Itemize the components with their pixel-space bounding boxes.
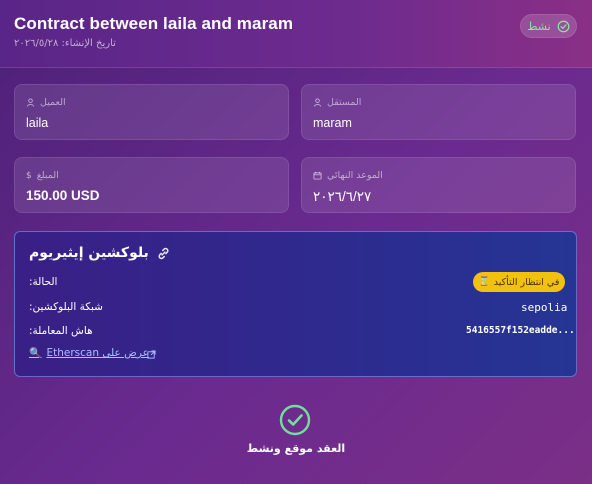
blockchain-title: بلوكشين إيثيريوم xyxy=(29,245,149,261)
calendar-icon xyxy=(313,171,322,180)
network-row-label: شبكة البلوكشين: xyxy=(29,301,103,313)
status-row-label: الحالة: xyxy=(29,276,58,288)
etherscan-label: عرض على Etherscan xyxy=(46,347,149,359)
link-icon xyxy=(158,247,169,259)
user-icon xyxy=(313,98,322,107)
contract-active-message: العقد موقع ونشط xyxy=(246,442,346,455)
contract-header: Contract between laila and maram تاريخ ا… xyxy=(0,0,592,68)
status-label: نشط xyxy=(527,19,551,33)
search-icon: 🔍 xyxy=(29,347,42,359)
freelancer-label-row: المستقل xyxy=(313,97,361,108)
deadline-label: الموعد النهائي xyxy=(327,170,383,181)
amount-card: $ المبلغ 150.00 USD xyxy=(14,157,289,213)
pending-badge: ⌛ في انتظار التأكيد xyxy=(473,272,565,292)
page-title: Contract between laila and maram xyxy=(14,14,294,33)
client-value: laila xyxy=(26,116,49,130)
client-card: العميل laila xyxy=(14,84,289,140)
amount-label: المبلغ xyxy=(36,170,59,181)
network-value: sepolia xyxy=(521,301,568,314)
deadline-label-row: الموعد النهائي xyxy=(313,170,383,181)
client-label-row: العميل xyxy=(26,97,66,108)
status-badge: نشط xyxy=(520,14,577,38)
freelancer-label: المستقل xyxy=(327,97,362,108)
check-circle-icon xyxy=(279,404,311,436)
pending-label: في انتظار التأكيد xyxy=(493,276,560,288)
blockchain-title-row: بلوكشين إيثيريوم xyxy=(29,245,171,261)
deadline-value: ٢٠٢٦/٦/٢٧ xyxy=(313,189,372,204)
created-date: تاريخ الإنشاء: ٢٠٢٦/٥/٢٨ xyxy=(14,38,116,49)
deadline-card: الموعد النهائي ٢٠٢٦/٦/٢٧ xyxy=(301,157,576,213)
amount-label-row: $ المبلغ xyxy=(26,170,59,181)
hash-value[interactable]: 5416557f152eadde... xyxy=(466,325,575,336)
dollar-icon: $ xyxy=(26,170,32,181)
client-label: العميل xyxy=(40,97,66,108)
etherscan-link[interactable]: 🔍 عرض على Etherscan xyxy=(29,347,149,359)
freelancer-value: maram xyxy=(313,116,352,130)
hourglass-icon: ⌛ xyxy=(478,277,490,287)
hash-row-label: هاش المعاملة: xyxy=(29,325,93,337)
check-circle-icon xyxy=(557,20,570,32)
external-link-icon[interactable] xyxy=(147,350,156,359)
amount-value: 150.00 USD xyxy=(26,188,100,203)
user-icon xyxy=(26,98,35,107)
freelancer-card: المستقل maram xyxy=(301,84,576,140)
blockchain-panel: بلوكشين إيثيريوم الحالة: ⌛ في انتظار الت… xyxy=(14,231,577,377)
